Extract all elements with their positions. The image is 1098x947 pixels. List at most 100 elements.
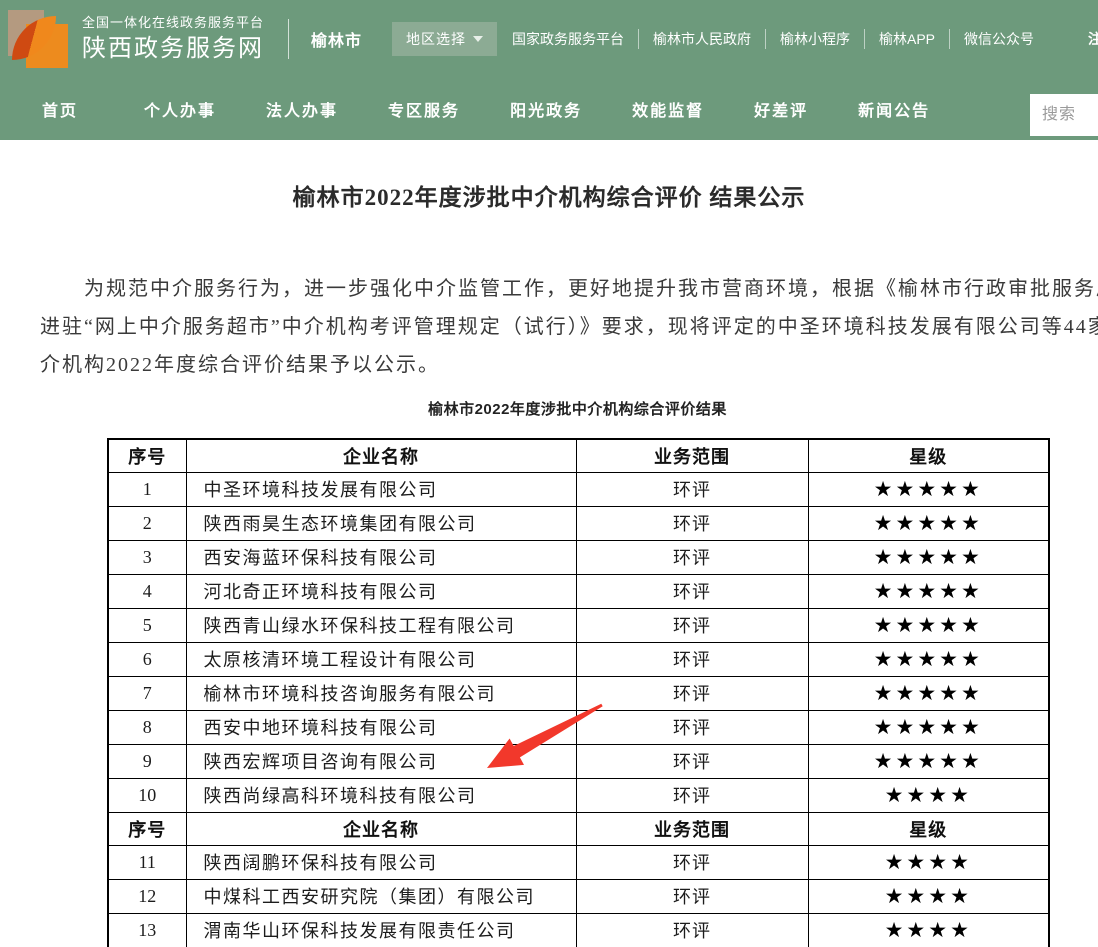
cell-scope: 环评 bbox=[576, 778, 808, 812]
cell-name: 陕西雨昊生态环境集团有限公司 bbox=[186, 506, 576, 540]
cell-scope: 环评 bbox=[576, 845, 808, 879]
divider bbox=[288, 19, 289, 59]
star-rating: ★★★★ bbox=[808, 845, 1049, 879]
table-row: 2陕西雨昊生态环境集团有限公司环评★★★★★ bbox=[108, 506, 1049, 540]
cell-no: 5 bbox=[108, 608, 186, 642]
cell-name: 陕西阔鹏环保科技有限公司 bbox=[186, 845, 576, 879]
cell-no: 7 bbox=[108, 676, 186, 710]
cell-scope: 环评 bbox=[576, 472, 808, 506]
nav-item[interactable]: 个人办事 bbox=[144, 97, 216, 121]
cell-scope: 环评 bbox=[576, 574, 808, 608]
table-row: 3西安海蓝环保科技有限公司环评★★★★★ bbox=[108, 540, 1049, 574]
column-header: 业务范围 bbox=[576, 439, 808, 472]
header-top-bar: 全国一体化在线政务服务平台 陕西政务服务网 榆林市 地区选择 国家政务服务平台榆… bbox=[0, 0, 1098, 78]
paragraph-line: 为规范中介服务行为，进一步强化中介监管工作，更好地提升我市营商环境，根据《榆林市… bbox=[40, 270, 1098, 308]
star-rating: ★★★★★ bbox=[808, 506, 1049, 540]
column-header: 星级 bbox=[808, 812, 1049, 845]
platform-subtitle: 全国一体化在线政务服务平台 bbox=[82, 13, 264, 33]
main-nav: 首页 个人办事 法人办事 专区服务 阳光政务 效能监督 好差评 新闻公告 bbox=[0, 78, 1098, 140]
column-header: 序号 bbox=[108, 439, 186, 472]
cell-scope: 环评 bbox=[576, 710, 808, 744]
top-link[interactable]: 榆林APP bbox=[865, 29, 950, 49]
cell-scope: 环评 bbox=[576, 540, 808, 574]
table-header-row: 序号企业名称业务范围星级 bbox=[108, 812, 1049, 845]
cell-name: 中圣环境科技发展有限公司 bbox=[186, 472, 576, 506]
cell-name: 西安海蓝环保科技有限公司 bbox=[186, 540, 576, 574]
cell-name: 陕西宏辉项目咨询有限公司 bbox=[186, 744, 576, 778]
search-input[interactable] bbox=[1030, 94, 1098, 136]
nav-item[interactable]: 新闻公告 bbox=[858, 97, 930, 121]
star-rating: ★★★★★ bbox=[808, 472, 1049, 506]
cell-no: 13 bbox=[108, 913, 186, 947]
table-row: 11陕西阔鹏环保科技有限公司环评★★★★ bbox=[108, 845, 1049, 879]
table-row: 10陕西尚绿高科环境科技有限公司环评★★★★ bbox=[108, 778, 1049, 812]
column-header: 企业名称 bbox=[186, 439, 576, 472]
table-row: 12中煤科工西安研究院（集团）有限公司环评★★★★ bbox=[108, 879, 1049, 913]
cell-no: 3 bbox=[108, 540, 186, 574]
cell-no: 11 bbox=[108, 845, 186, 879]
region-select-button[interactable]: 地区选择 bbox=[392, 22, 497, 56]
results-table-wrap: 榆林市2022年度涉批中介机构综合评价结果 序号企业名称业务范围星级1中圣环境科… bbox=[107, 398, 1048, 947]
table-row: 13渭南华山环保科技发展有限责任公司环评★★★★ bbox=[108, 913, 1049, 947]
star-rating: ★★★★★ bbox=[808, 676, 1049, 710]
table-header-row: 序号企业名称业务范围星级 bbox=[108, 439, 1049, 472]
cell-no: 6 bbox=[108, 642, 186, 676]
top-link[interactable]: 微信公众号 bbox=[950, 29, 1048, 49]
star-rating: ★★★★★ bbox=[808, 710, 1049, 744]
table-caption: 榆林市2022年度涉批中介机构综合评价结果 bbox=[107, 398, 1048, 419]
cell-name: 西安中地环境科技有限公司 bbox=[186, 710, 576, 744]
column-header: 星级 bbox=[808, 439, 1049, 472]
chevron-down-icon bbox=[473, 36, 483, 42]
paragraph-line: 介机构2022年度综合评价结果予以公示。 bbox=[40, 346, 1098, 384]
column-header: 序号 bbox=[108, 812, 186, 845]
cell-scope: 环评 bbox=[576, 879, 808, 913]
table-row: 7榆林市环境科技咨询服务有限公司环评★★★★★ bbox=[108, 676, 1049, 710]
top-link[interactable]: 榆林小程序 bbox=[766, 29, 865, 49]
table-row: 5陕西青山绿水环保科技工程有限公司环评★★★★★ bbox=[108, 608, 1049, 642]
top-link[interactable]: 国家政务服务平台 bbox=[498, 29, 639, 49]
table-row: 9陕西宏辉项目咨询有限公司环评★★★★★ bbox=[108, 744, 1049, 778]
cell-name: 陕西尚绿高科环境科技有限公司 bbox=[186, 778, 576, 812]
top-link[interactable]: 榆林市人民政府 bbox=[639, 29, 766, 49]
site-brand: 全国一体化在线政务服务平台 陕西政务服务网 bbox=[82, 13, 264, 65]
nav-item[interactable]: 阳光政务 bbox=[510, 97, 582, 121]
paragraph-line: 进驻“网上中介服务超市”中介机构考评管理规定（试行）》要求，现将评定的中圣环境科… bbox=[40, 308, 1098, 346]
announcement-article: 榆林市2022年度涉批中介机构综合评价 结果公示 为规范中介服务行为，进一步强化… bbox=[0, 178, 1098, 947]
nav-item[interactable]: 首页 bbox=[42, 97, 78, 121]
column-header: 业务范围 bbox=[576, 812, 808, 845]
cell-scope: 环评 bbox=[576, 506, 808, 540]
cell-name: 太原核清环境工程设计有限公司 bbox=[186, 642, 576, 676]
star-rating: ★★★★★ bbox=[808, 608, 1049, 642]
nav-item[interactable]: 好差评 bbox=[754, 97, 808, 121]
cell-name: 中煤科工西安研究院（集团）有限公司 bbox=[186, 879, 576, 913]
column-header: 企业名称 bbox=[186, 812, 576, 845]
star-rating: ★★★★★ bbox=[808, 574, 1049, 608]
star-rating: ★★★★★ bbox=[808, 642, 1049, 676]
nav-item[interactable]: 效能监督 bbox=[632, 97, 704, 121]
current-city-label: 榆林市 bbox=[311, 27, 362, 51]
cell-name: 渭南华山环保科技发展有限责任公司 bbox=[186, 913, 576, 947]
region-select-label: 地区选择 bbox=[406, 29, 466, 49]
star-rating: ★★★★ bbox=[808, 879, 1049, 913]
evaluation-results-table: 序号企业名称业务范围星级1中圣环境科技发展有限公司环评★★★★★2陕西雨昊生态环… bbox=[107, 438, 1050, 947]
page-title: 榆林市2022年度涉批中介机构综合评价 结果公示 bbox=[0, 178, 1098, 212]
cell-no: 1 bbox=[108, 472, 186, 506]
cell-no: 8 bbox=[108, 710, 186, 744]
cell-scope: 环评 bbox=[576, 913, 808, 947]
site-header: 全国一体化在线政务服务平台 陕西政务服务网 榆林市 地区选择 国家政务服务平台榆… bbox=[0, 0, 1098, 140]
cell-scope: 环评 bbox=[576, 676, 808, 710]
cell-scope: 环评 bbox=[576, 608, 808, 642]
cell-name: 陕西青山绿水环保科技工程有限公司 bbox=[186, 608, 576, 642]
nav-item[interactable]: 法人办事 bbox=[266, 97, 338, 121]
table-row: 1中圣环境科技发展有限公司环评★★★★★ bbox=[108, 472, 1049, 506]
table-row: 8西安中地环境科技有限公司环评★★★★★ bbox=[108, 710, 1049, 744]
cell-no: 10 bbox=[108, 778, 186, 812]
site-logo-icon bbox=[8, 8, 70, 72]
cell-scope: 环评 bbox=[576, 642, 808, 676]
cell-no: 2 bbox=[108, 506, 186, 540]
star-rating: ★★★★★ bbox=[808, 540, 1049, 574]
top-links: 国家政务服务平台榆林市人民政府榆林小程序榆林APP微信公众号 注册 bbox=[498, 29, 1098, 49]
top-link[interactable]: 注册 bbox=[1074, 29, 1098, 49]
cell-no: 9 bbox=[108, 744, 186, 778]
nav-item[interactable]: 专区服务 bbox=[388, 97, 460, 121]
